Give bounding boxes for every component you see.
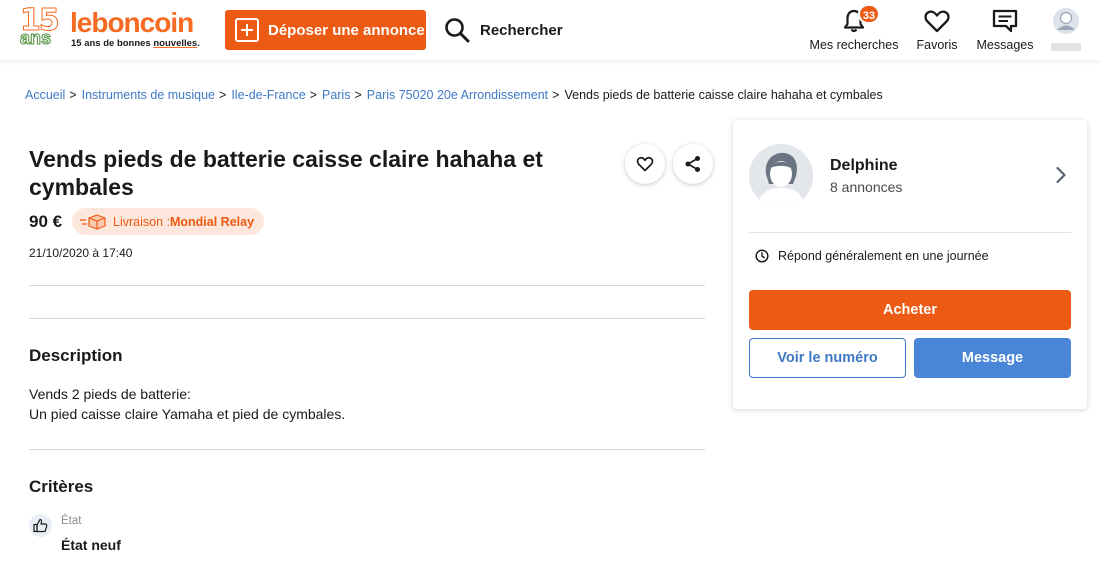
chevron-right-icon[interactable]: [1055, 166, 1067, 184]
breadcrumb-separator: >: [309, 88, 317, 102]
breadcrumb-link-home[interactable]: Accueil: [25, 88, 65, 102]
delivery-carrier: Mondial Relay: [169, 214, 255, 229]
leboncoin-logo[interactable]: 15 ans leboncoin 15 ans de bonnes nouvel…: [19, 5, 200, 50]
description-title: Description: [29, 346, 123, 365]
seller-card: Delphine 8 annonces Répond généralement …: [733, 120, 1087, 409]
ad-title: Vends pieds de batterie caisse claire ha…: [29, 146, 543, 200]
heart-icon: [924, 10, 950, 33]
criteria-condition-icon-wrap: [29, 514, 52, 537]
heart-outline-icon: [636, 156, 654, 172]
breadcrumb-separator: >: [69, 88, 77, 102]
breadcrumb-separator: >: [552, 88, 560, 102]
breadcrumb-link-region[interactable]: Ile-de-France: [231, 88, 305, 102]
description-line: Vends 2 pieds de batterie:: [29, 386, 191, 402]
message-icon: [992, 9, 1018, 33]
criteria-condition-value: État neuf: [61, 537, 121, 553]
logo-tagline: 15 ans de bonnes nouvelles.: [71, 38, 200, 49]
search-icon: [445, 18, 470, 43]
saved-searches-badge: 33: [858, 4, 880, 24]
breadcrumb: Accueil > Instruments de musique > Ile-de-Fr…: [25, 87, 883, 103]
breadcrumb-separator: >: [354, 88, 362, 102]
message-button[interactable]: Message: [914, 338, 1071, 378]
clock-icon: [755, 249, 769, 263]
default-avatar-icon: [749, 144, 813, 208]
breadcrumb-current: Vends pieds de batterie caisse claire ha…: [564, 88, 883, 102]
seller-name[interactable]: Delphine: [830, 157, 898, 175]
nav-account[interactable]: [1048, 5, 1084, 55]
logo-anniversary-ans: ans: [19, 28, 52, 49]
show-phone-button[interactable]: Voir le numéro: [749, 338, 906, 378]
criteria-condition-label: État: [61, 515, 82, 527]
share-icon: [685, 156, 700, 172]
divider: [749, 232, 1071, 233]
breadcrumb-link-district[interactable]: Paris 75020 20e Arrondissement: [367, 88, 548, 102]
search-button[interactable]: Rechercher: [444, 16, 563, 44]
divider: [29, 285, 705, 286]
nav-saved-searches-label: Mes recherches: [809, 38, 899, 52]
seller-response-time: Répond généralement en une journée: [755, 249, 989, 263]
favorite-ad-button[interactable]: [625, 144, 665, 184]
seller-ads-count: 8 annonces: [830, 179, 903, 195]
description-line: Un pied caisse claire Yamaha et pied de …: [29, 406, 346, 422]
search-label: Rechercher: [480, 21, 563, 39]
criteria-title: Critères: [29, 477, 94, 496]
nav-messages[interactable]: Messages: [974, 5, 1036, 55]
account-name-placeholder-icon: [1051, 43, 1081, 51]
post-ad-label: Déposer une annonce: [268, 21, 425, 39]
user-avatar-icon: [1053, 8, 1079, 34]
delivery-badge[interactable]: Livraison : Mondial Relay: [72, 208, 265, 235]
breadcrumb-link-category[interactable]: Instruments de musique: [82, 88, 215, 102]
breadcrumb-separator: >: [219, 88, 227, 102]
seller-avatar[interactable]: [749, 144, 813, 208]
divider: [29, 449, 705, 450]
nav-messages-label: Messages: [976, 38, 1034, 52]
ad-date: 21/10/2020 à 17:40: [29, 246, 133, 260]
nav-saved-searches[interactable]: 33 Mes recherches: [808, 4, 900, 55]
logo-wordmark: leboncoin: [70, 7, 194, 38]
breadcrumb-link-city[interactable]: Paris: [322, 88, 350, 102]
post-ad-button[interactable]: Déposer une annonce: [225, 10, 426, 50]
ad-price: 90 €: [29, 212, 63, 231]
thumbs-up-icon: [33, 518, 48, 533]
divider: [29, 318, 705, 319]
delivery-box-icon: [80, 213, 106, 230]
nav-favorites-label: Favoris: [916, 38, 958, 52]
site-header: 15 ans leboncoin 15 ans de bonnes nouvel…: [0, 0, 1101, 60]
response-time-text: Répond généralement en une journée: [778, 249, 989, 263]
delivery-prefix: Livraison :: [113, 214, 170, 229]
nav-favorites[interactable]: Favoris: [912, 5, 962, 55]
share-ad-button[interactable]: [673, 144, 713, 184]
plus-square-icon: [235, 18, 259, 42]
buy-button[interactable]: Acheter: [749, 290, 1071, 330]
